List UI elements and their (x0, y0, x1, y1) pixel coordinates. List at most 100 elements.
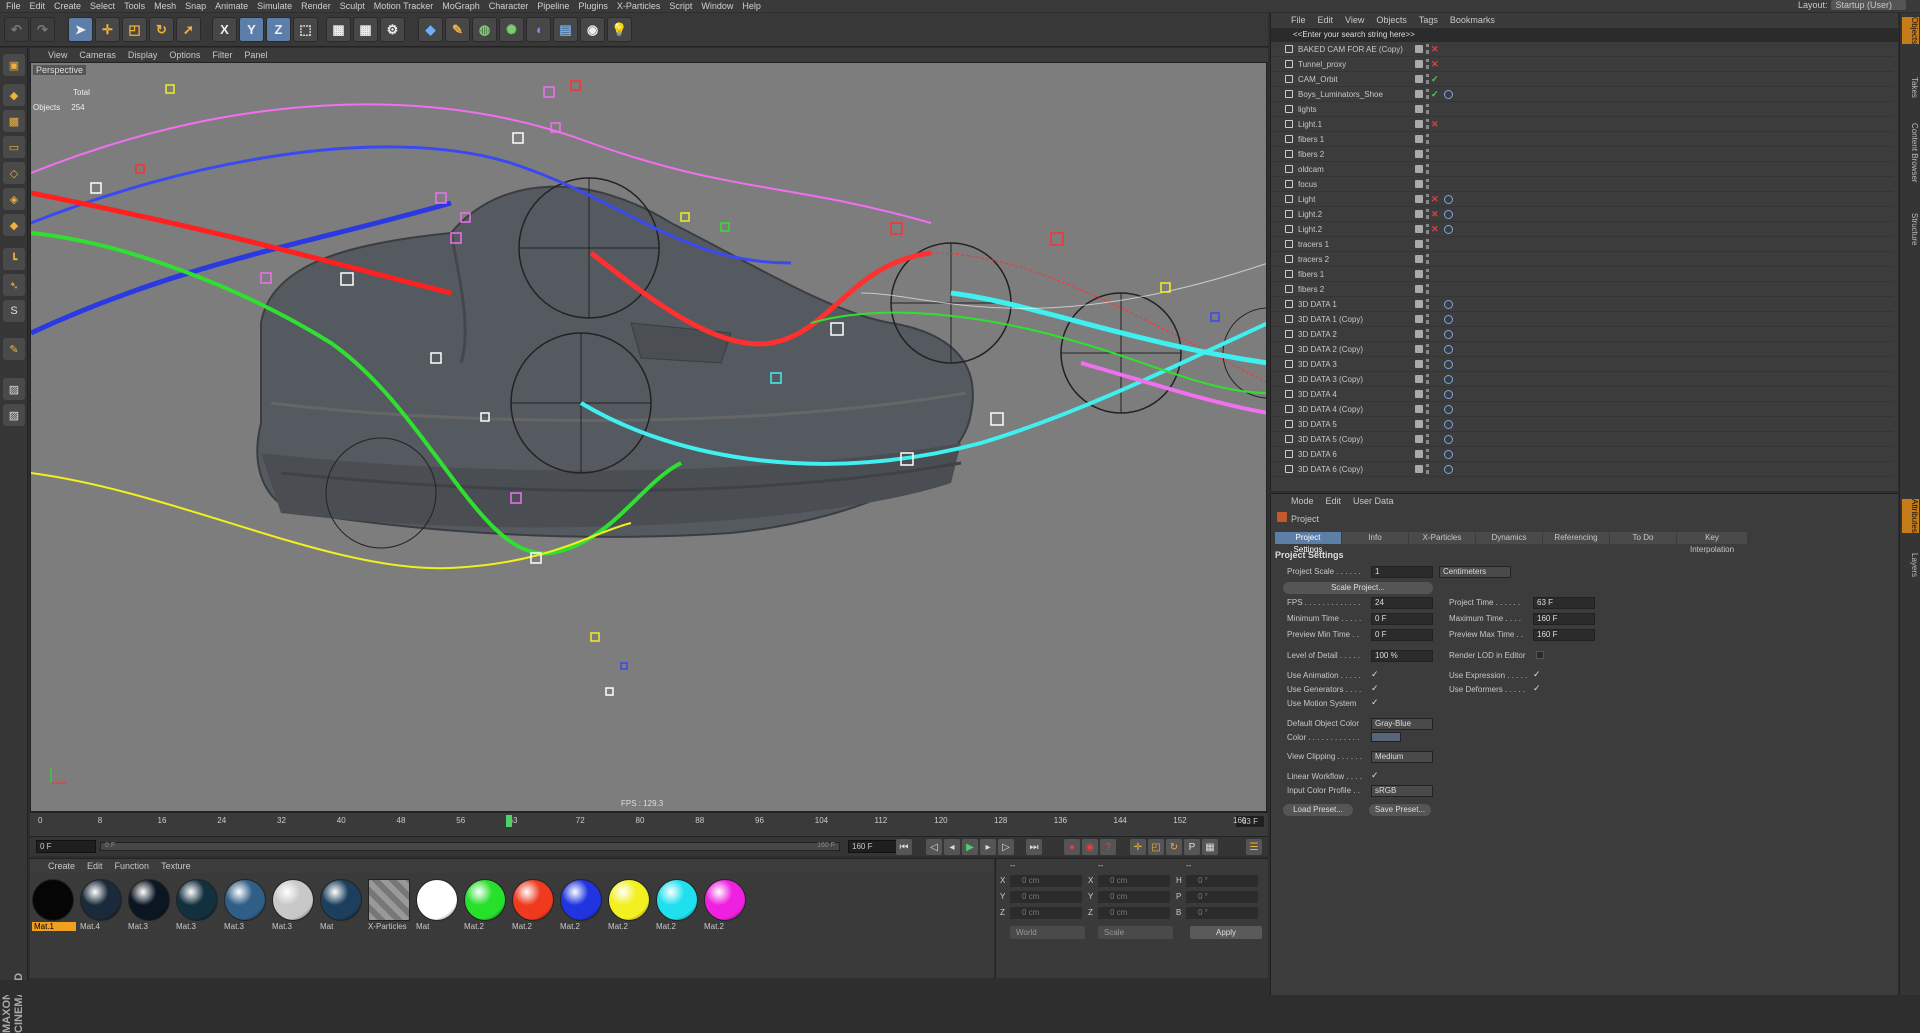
material-swatch[interactable]: Mat.1 (32, 879, 76, 931)
menu-item-window[interactable]: Window (701, 1, 733, 11)
object-tag-icon[interactable] (1444, 405, 1453, 414)
use-expression-checkbox[interactable]: ✓ (1533, 669, 1541, 680)
tab-to-do[interactable]: To Do (1610, 532, 1676, 544)
texture-mode-icon[interactable]: ▩ (3, 110, 25, 132)
object-row[interactable]: CAM_Orbit ✓ (1271, 72, 1893, 87)
previous-key-icon[interactable]: ◁ (926, 839, 942, 855)
object-row[interactable]: 3D DATA 5 (Copy) (1271, 432, 1893, 447)
viewport-menu-options[interactable]: Options (169, 50, 200, 60)
menu-item-create[interactable]: Create (54, 1, 81, 11)
object-menu-edit[interactable]: Edit (1318, 15, 1334, 25)
object-menu-file[interactable]: File (1291, 15, 1306, 25)
light-icon[interactable]: 💡 (607, 17, 632, 42)
attribute-menu-user-data[interactable]: User Data (1353, 496, 1394, 506)
layer-icon[interactable] (1415, 225, 1423, 233)
quantize-icon[interactable]: ✎ (3, 338, 25, 360)
go-to-end-icon[interactable]: ⏭ (1026, 839, 1042, 855)
use-motion-checkbox[interactable]: ✓ (1371, 697, 1379, 708)
layout-selector[interactable]: Layout: Startup (User) (1798, 0, 1906, 10)
material-swatch[interactable]: Mat.2 (608, 879, 652, 931)
coord-space-dropdown[interactable]: World (1010, 926, 1085, 939)
load-preset-button[interactable]: Load Preset... (1283, 804, 1353, 816)
object-tag-icon[interactable] (1444, 225, 1453, 234)
tab-x-particles[interactable]: X-Particles (1409, 532, 1475, 544)
record-icon[interactable]: ● (1064, 839, 1080, 855)
parameter-key-icon[interactable]: P (1184, 839, 1200, 855)
visibility-dots-icon[interactable] (1426, 119, 1429, 129)
coord-field-x[interactable]: X 0 cm (1088, 875, 1170, 887)
visibility-dots-icon[interactable] (1426, 59, 1429, 69)
object-tag-icon[interactable] (1444, 465, 1453, 474)
material-swatch[interactable]: Mat (320, 879, 364, 931)
save-preset-button[interactable]: Save Preset... (1369, 804, 1431, 816)
material-swatch[interactable]: Mat.2 (560, 879, 604, 931)
recent-tool-icon[interactable]: ➚ (176, 17, 201, 42)
visibility-dots-icon[interactable] (1426, 44, 1429, 54)
menu-item-help[interactable]: Help (742, 1, 761, 11)
material-menu-create[interactable]: Create (48, 861, 75, 871)
visibility-dots-icon[interactable] (1426, 404, 1429, 414)
object-tag-icon[interactable] (1444, 330, 1453, 339)
next-frame-icon[interactable]: ▸ (980, 839, 996, 855)
object-tag-icon[interactable] (1444, 195, 1453, 204)
visibility-dots-icon[interactable] (1426, 269, 1429, 279)
enable-flag-icon[interactable]: ✕ (1431, 117, 1439, 132)
pen-spline-icon[interactable]: ✎ (445, 17, 470, 42)
layer-icon[interactable] (1415, 210, 1423, 218)
menu-item-tools[interactable]: Tools (124, 1, 145, 11)
make-editable-icon[interactable]: ▣ (3, 54, 25, 76)
visibility-dots-icon[interactable] (1426, 329, 1429, 339)
menu-item-xparticles[interactable]: X-Particles (617, 1, 661, 11)
menu-item-simulate[interactable]: Simulate (257, 1, 292, 11)
coord-field-z[interactable]: Z 0 cm (1000, 907, 1082, 919)
menu-item-file[interactable]: File (6, 1, 21, 11)
menu-item-motiontracker[interactable]: Motion Tracker (374, 1, 434, 11)
layer-icon[interactable] (1415, 465, 1423, 473)
object-row[interactable]: Light ✕ (1271, 192, 1893, 207)
visibility-dots-icon[interactable] (1426, 224, 1429, 234)
move-tool-icon[interactable]: ✛ (95, 17, 120, 42)
menu-item-snap[interactable]: Snap (185, 1, 206, 11)
layer-icon[interactable] (1415, 60, 1423, 68)
menu-item-mograph[interactable]: MoGraph (442, 1, 480, 11)
object-tag-icon[interactable] (1444, 420, 1453, 429)
menu-item-render[interactable]: Render (301, 1, 331, 11)
enable-flag-icon[interactable]: ✕ (1431, 57, 1439, 72)
material-swatch[interactable]: Mat.3 (224, 879, 268, 931)
min-time-field[interactable]: 0 F (1371, 613, 1433, 625)
rotation-key-icon[interactable]: ↻ (1166, 839, 1182, 855)
camera-icon[interactable]: ◉ (580, 17, 605, 42)
object-row[interactable]: Light.1 ✕ (1271, 117, 1893, 132)
polygons-mode-icon[interactable]: ◆ (3, 214, 25, 236)
object-row[interactable]: lights (1271, 102, 1893, 117)
timeline-playhead[interactable] (505, 815, 512, 827)
tab-info[interactable]: Info (1342, 532, 1408, 544)
viewport-menu-cameras[interactable]: Cameras (79, 50, 116, 60)
coord-field-h[interactable]: H 0 ° (1176, 875, 1258, 887)
visibility-dots-icon[interactable] (1426, 74, 1429, 84)
object-row[interactable]: 3D DATA 6 (1271, 447, 1893, 462)
object-row[interactable]: Light.2 ✕ (1271, 222, 1893, 237)
object-row[interactable]: Light.2 ✕ (1271, 207, 1893, 222)
z-axis-icon[interactable]: Z (266, 17, 291, 42)
visibility-dots-icon[interactable] (1426, 239, 1429, 249)
object-tag-icon[interactable] (1444, 300, 1453, 309)
grid-icon[interactable]: ▨ (3, 404, 25, 426)
layer-icon[interactable] (1415, 300, 1423, 308)
viewport-menu-display[interactable]: Display (128, 50, 158, 60)
keyframe-selection-icon[interactable]: ? (1100, 839, 1116, 855)
enable-flag-icon[interactable]: ✕ (1431, 192, 1439, 207)
visibility-dots-icon[interactable] (1426, 374, 1429, 384)
layer-icon[interactable] (1415, 75, 1423, 83)
default-color-dropdown[interactable]: Gray-Blue (1371, 718, 1433, 730)
x-axis-icon[interactable]: X (212, 17, 237, 42)
snap-icon[interactable]: S (3, 300, 25, 322)
material-menu-texture[interactable]: Texture (161, 861, 191, 871)
next-key-icon[interactable]: ▷ (998, 839, 1014, 855)
menu-item-script[interactable]: Script (669, 1, 692, 11)
coord-field-p[interactable]: P 0 ° (1176, 891, 1258, 903)
visibility-dots-icon[interactable] (1426, 299, 1429, 309)
layer-icon[interactable] (1415, 345, 1423, 353)
visibility-dots-icon[interactable] (1426, 89, 1429, 99)
material-swatch[interactable]: X-Particles (368, 879, 412, 931)
